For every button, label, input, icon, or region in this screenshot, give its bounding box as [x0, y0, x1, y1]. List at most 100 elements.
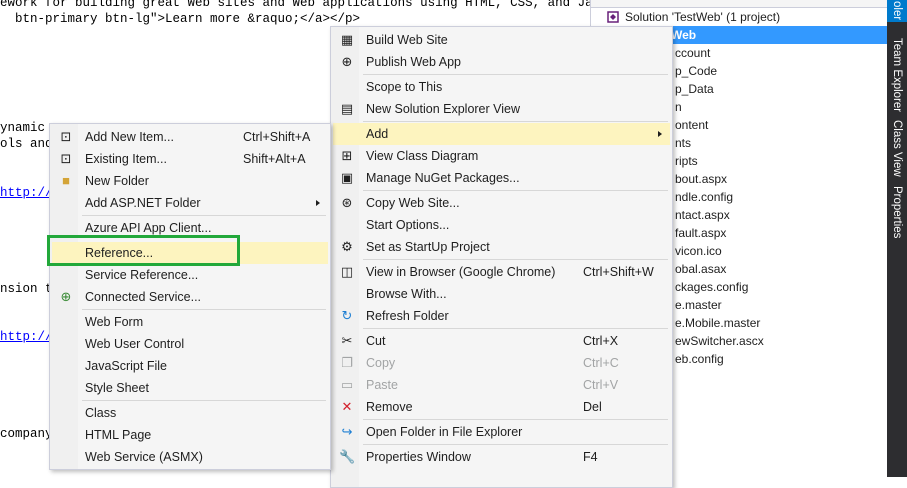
copy-icon: ❐ — [341, 355, 353, 370]
tree-item[interactable]: eb.config — [675, 350, 724, 368]
code-line: ework for building great Web sites and W… — [0, 0, 590, 10]
menu-separator — [363, 419, 668, 420]
start-options-item[interactable]: Start Options... — [333, 214, 670, 236]
copy-website-icon: ⊛ — [341, 195, 353, 210]
menu-separator — [363, 74, 668, 75]
menu-item-label: Scope to This — [366, 80, 443, 94]
html-page-item[interactable]: HTML Page — [52, 424, 328, 446]
tree-item[interactable]: ndle.config — [675, 188, 733, 206]
tree-item[interactable]: fault.aspx — [675, 224, 726, 242]
tree-item[interactable]: bout.aspx — [675, 170, 727, 188]
view-class-diagram-item[interactable]: ⊞ View Class Diagram — [333, 145, 670, 167]
browser-icon: ◫ — [340, 264, 354, 279]
web-user-control-item[interactable]: Web User Control — [52, 333, 328, 355]
paste-icon: ▭ — [340, 377, 354, 392]
tree-item-label: Solution 'TestWeb' (1 project) — [625, 10, 781, 24]
web-form-item[interactable]: Web Form — [52, 311, 328, 333]
connected-service-icon: ⊕ — [60, 289, 72, 304]
add-aspnet-folder-item[interactable]: Add ASP.NET Folder — [52, 192, 328, 214]
scope-to-this-item[interactable]: Scope to This — [333, 76, 670, 98]
properties-window-item[interactable]: 🔧 Properties Window F4 — [333, 446, 670, 468]
refresh-icon: ↻ — [341, 308, 353, 323]
menu-item-label: View in Browser (Google Chrome) — [366, 265, 556, 279]
menu-item-label: Start Options... — [366, 218, 450, 232]
existing-item-item[interactable]: ⊡ Existing Item... Shift+Alt+A — [52, 148, 328, 170]
tree-item[interactable]: ripts — [675, 152, 698, 170]
tool-window-tabs: oler Team Explorer Class View Properties — [887, 0, 907, 477]
publish-web-app-item[interactable]: ⊕ Publish Web App — [333, 51, 670, 73]
paste-item[interactable]: ▭ Paste Ctrl+V — [333, 374, 670, 396]
menu-item-label: Connected Service... — [85, 290, 202, 304]
cut-item[interactable]: ✂ Cut Ctrl+X — [333, 330, 670, 352]
manage-nuget-item[interactable]: ▣ Manage NuGet Packages... — [333, 167, 670, 189]
menu-shortcut: Shift+Alt+A — [243, 152, 306, 166]
menu-item-label: JavaScript File — [85, 359, 167, 373]
tree-item[interactable]: p_Code — [675, 62, 717, 80]
tree-item-label: Web — [671, 28, 697, 42]
menu-item-label: Browse With... — [366, 287, 447, 301]
tree-item[interactable]: ccount — [675, 44, 710, 62]
tree-item[interactable]: vicon.ico — [675, 242, 722, 260]
tree-item[interactable]: nts — [675, 134, 691, 152]
nuget-icon: ▣ — [340, 170, 354, 185]
tree-item[interactable]: e.master — [675, 296, 722, 314]
build-web-site-item[interactable]: ▦ Build Web Site — [333, 29, 670, 51]
class-diagram-icon: ⊞ — [341, 148, 353, 163]
add-submenu: ⊡ Add New Item... Ctrl+Shift+A ⊡ Existin… — [49, 123, 331, 470]
menu-shortcut: Del — [583, 400, 602, 414]
service-reference-item[interactable]: Service Reference... — [52, 264, 328, 286]
new-solution-explorer-view-item[interactable]: ▤ New Solution Explorer View — [333, 98, 670, 120]
tree-item[interactable]: obal.asax — [675, 260, 726, 278]
new-folder-icon: ■ — [62, 173, 70, 188]
code-line: ynamic — [0, 121, 46, 135]
tree-item[interactable]: ckages.config — [675, 278, 748, 296]
menu-item-label: Cut — [366, 334, 386, 348]
menu-shortcut: Ctrl+V — [583, 378, 619, 392]
browse-with-item[interactable]: Browse With... — [333, 283, 670, 305]
menu-item-label: Refresh Folder — [366, 309, 449, 323]
tree-item[interactable]: ntact.aspx — [675, 206, 730, 224]
menu-item-label: Add ASP.NET Folder — [85, 196, 201, 210]
open-folder-item[interactable]: ↪ Open Folder in File Explorer — [333, 421, 670, 443]
class-item[interactable]: Class — [52, 402, 328, 424]
gear-icon: ⚙ — [341, 239, 353, 254]
menu-shortcut: Ctrl+C — [583, 356, 619, 370]
copy-item[interactable]: ❐ Copy Ctrl+C — [333, 352, 670, 374]
web-service-asmx-item[interactable]: Web Service (ASMX) — [52, 446, 328, 468]
javascript-file-item[interactable]: JavaScript File — [52, 355, 328, 377]
tab-solution-explorer[interactable]: oler — [887, 0, 907, 22]
build-icon: ▦ — [340, 32, 354, 47]
tab-properties[interactable]: Properties — [887, 184, 907, 240]
tree-item[interactable]: p_Data — [675, 80, 714, 98]
add-menu-item[interactable]: Add — [333, 123, 670, 145]
code-line: nsion t — [0, 282, 53, 296]
menu-item-label: Paste — [366, 378, 398, 392]
menu-shortcut: Ctrl+Shift+W — [583, 265, 654, 279]
copy-web-site-item[interactable]: ⊛ Copy Web Site... — [333, 192, 670, 214]
menu-separator — [82, 215, 326, 216]
tab-team-explorer[interactable]: Team Explorer — [887, 38, 907, 112]
view-in-browser-item[interactable]: ◫ View in Browser (Google Chrome) Ctrl+S… — [333, 261, 670, 283]
style-sheet-item[interactable]: Style Sheet — [52, 377, 328, 399]
tree-item[interactable]: n — [675, 98, 682, 116]
tree-item[interactable]: e.Mobile.master — [675, 314, 760, 332]
connected-service-item[interactable]: ⊕ Connected Service... — [52, 286, 328, 308]
set-startup-project-item[interactable]: ⚙ Set as StartUp Project — [333, 236, 670, 258]
add-new-item-item[interactable]: ⊡ Add New Item... Ctrl+Shift+A — [52, 126, 328, 148]
existing-item-icon: ⊡ — [60, 151, 72, 166]
remove-item[interactable]: ✕ Remove Del — [333, 396, 670, 418]
menu-item-label: Build Web Site — [366, 33, 448, 47]
solution-node[interactable]: Solution 'TestWeb' (1 project) — [591, 8, 888, 26]
tree-item[interactable]: ewSwitcher.ascx — [675, 332, 764, 350]
new-folder-item[interactable]: ■ New Folder — [52, 170, 328, 192]
menu-item-label: Style Sheet — [85, 381, 149, 395]
tab-class-view[interactable]: Class View — [887, 120, 907, 177]
menu-separator — [82, 309, 326, 310]
remove-icon: ✕ — [341, 399, 353, 414]
menu-shortcut: Ctrl+Shift+A — [243, 130, 311, 144]
menu-item-label: HTML Page — [85, 428, 152, 442]
tree-item[interactable]: ontent — [675, 116, 708, 134]
menu-item-label: Web User Control — [85, 337, 185, 351]
refresh-folder-item[interactable]: ↻ Refresh Folder — [333, 305, 670, 327]
open-folder-icon: ↪ — [341, 424, 353, 439]
